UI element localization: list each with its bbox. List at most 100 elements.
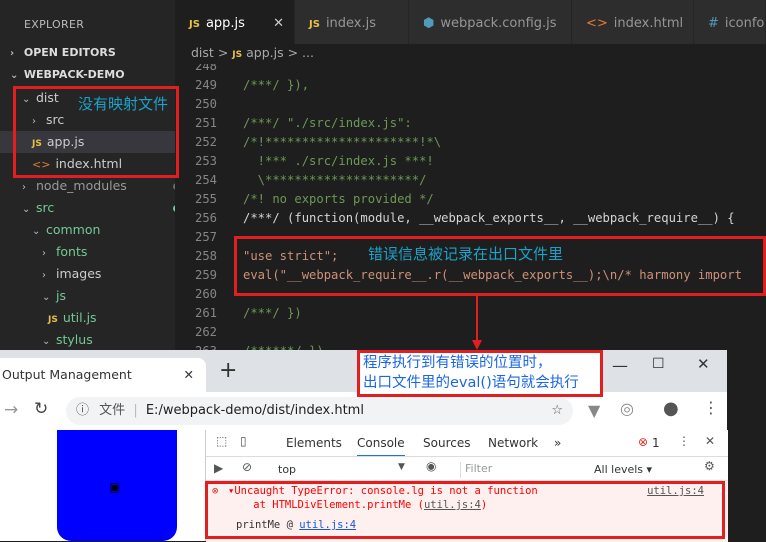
explorer-title: EXPLORER [24, 18, 85, 31]
code-line: /*!*********************!*\ [243, 135, 442, 149]
line-number: 248 [194, 64, 217, 73]
code-line: /***/ (function(module, __webpack_export… [243, 211, 735, 225]
tab-label: iconfo [724, 16, 765, 31]
device-toolbar-icon[interactable]: ▯ [240, 434, 247, 448]
tab-iconfont[interactable]: # iconfo [694, 0, 766, 44]
error-count[interactable]: 1 [652, 436, 660, 450]
chevron-down-icon: ⌄ [42, 292, 51, 303]
tab-console[interactable]: Console [357, 436, 405, 457]
browser-tab[interactable]: Output Management ✕ [0, 358, 206, 392]
code-line: /*! no exports provided */ [243, 192, 434, 206]
chevron-down-icon: ⌄ [10, 70, 19, 81]
tab-network[interactable]: Network [488, 436, 538, 450]
line-number: 252 [194, 135, 217, 149]
tree-label: node_modules [35, 178, 127, 193]
tab-label: index.js [325, 16, 377, 31]
clear-console-icon[interactable]: ⊘ [242, 460, 252, 474]
eye-icon[interactable]: ◉ [426, 459, 436, 473]
annotation-no-map: 没有映射文件 [78, 95, 169, 113]
close-icon[interactable]: ✕ [273, 0, 284, 48]
breadcrumb-folder[interactable]: dist [191, 45, 214, 60]
annotation-error-recorded: 错误信息被记录在出口文件里 [368, 245, 564, 263]
tree-label: js [55, 288, 66, 303]
divider [206, 456, 728, 457]
close-icon[interactable]: ✕ [184, 358, 194, 392]
menu-icon[interactable]: ⋮ [703, 398, 719, 417]
line-number: 250 [194, 97, 217, 111]
tree-label: common [45, 222, 101, 237]
code-line: \*********************/ [243, 173, 427, 187]
minimize-icon[interactable]: — [612, 356, 628, 375]
tree-item-src[interactable]: ⌄ src [0, 197, 197, 219]
tab-label: webpack.config.js [440, 16, 557, 31]
config-file-icon: ⬢ [423, 16, 435, 31]
extension-icon-2[interactable]: ◎ [620, 399, 634, 418]
editor-tabbar: JS app.js ✕ JS index.js ⬢ webpack.config.js … [175, 0, 766, 44]
back-icon[interactable]: → [4, 400, 18, 420]
info-icon: ⓘ [76, 403, 90, 418]
error-icon: ⊗ [638, 435, 649, 449]
address-bar: → ↻ ⓘ 文件 | E:/webpack-demo/dist/index.ht… [0, 392, 727, 431]
tree-label: fonts [55, 244, 88, 259]
code-line: /***/ }), [243, 78, 310, 92]
js-file-icon: JS [48, 315, 58, 325]
tab-index-html[interactable]: <> index.html [572, 0, 694, 44]
url-input[interactable]: ⓘ 文件 | E:/webpack-demo/dist/index.html ☆ [66, 397, 573, 425]
sidebar-toggle-icon[interactable]: ▶ [214, 461, 223, 475]
code-line: /***/ "./src/index.js": [243, 116, 412, 130]
line-number: 259 [194, 268, 217, 282]
blue-div[interactable]: ▣ [57, 430, 177, 541]
chevron-right-icon: › [22, 182, 26, 193]
annotation-arrow [472, 296, 482, 350]
tree-item-node-modules[interactable]: › node_modules [0, 175, 197, 197]
extension-icon[interactable]: ▼ [588, 401, 600, 420]
tab-app-js[interactable]: JS app.js ✕ [175, 0, 295, 44]
tree-label: images [55, 266, 102, 281]
maximize-icon[interactable]: ☐ [652, 356, 665, 372]
star-icon[interactable]: ☆ [551, 397, 563, 425]
filter-input[interactable]: Filter [460, 462, 591, 478]
tab-sources[interactable]: Sources [423, 436, 470, 450]
callout-line-1: 程序执行到有错误的位置时， [363, 355, 552, 371]
html-file-icon: <> [586, 16, 608, 31]
gear-icon[interactable]: ⚙ [704, 459, 715, 473]
settings-menu-icon[interactable]: ⋮ [678, 434, 690, 448]
browser-tab-title: Output Management [2, 367, 132, 382]
line-number: 257 [194, 230, 217, 244]
tab-elements[interactable]: Elements [286, 436, 342, 450]
more-tabs-button[interactable]: » [554, 436, 561, 450]
tree-label: util.js [62, 310, 97, 325]
close-icon[interactable]: ✕ [705, 434, 715, 448]
tree-label: src [35, 200, 55, 215]
inspect-icon[interactable]: ⬚ [216, 434, 227, 448]
chevron-right-icon: › [10, 48, 15, 59]
log-levels-select[interactable]: All levels ▾ [594, 463, 652, 476]
line-number: 260 [194, 287, 217, 301]
line-number: 254 [194, 173, 217, 187]
tab-label: index.html [613, 16, 684, 31]
chevron-right-icon: › [42, 248, 46, 259]
tab-webpack-config[interactable]: ⬢ webpack.config.js [409, 0, 572, 44]
js-file-icon: JS [189, 19, 200, 30]
open-editors-section[interactable]: › OPEN EDITORS [10, 42, 185, 64]
profile-icon[interactable]: ● [663, 398, 679, 419]
tab-index-js[interactable]: JS index.js [295, 0, 409, 44]
line-number: 261 [194, 306, 217, 320]
line-number: 251 [194, 116, 217, 130]
broken-image-icon: ▣ [109, 480, 121, 494]
breadcrumb-file[interactable]: app.js [246, 45, 284, 60]
css-file-icon: # [708, 16, 719, 31]
code-line: /***/ }) [243, 306, 302, 320]
callout-line-2: 出口文件里的eval()语句就会执行 [363, 375, 579, 391]
line-number: 249 [194, 78, 217, 92]
close-icon[interactable]: ✕ [697, 355, 710, 373]
code-line: !*** ./src/index.js ***! [243, 154, 434, 168]
new-tab-button[interactable]: + [219, 358, 237, 383]
annotation-box-console-error [205, 481, 725, 539]
annotation-callout: 程序执行到有错误的位置时， 出口文件里的eval()语句就会执行 [357, 350, 603, 397]
line-number: 255 [194, 192, 217, 206]
url-divider: | [133, 403, 138, 418]
reload-icon[interactable]: ↻ [34, 399, 48, 419]
context-select[interactable]: top [278, 463, 296, 476]
project-section[interactable]: ⌄ WEBPACK-DEMO [10, 64, 185, 86]
